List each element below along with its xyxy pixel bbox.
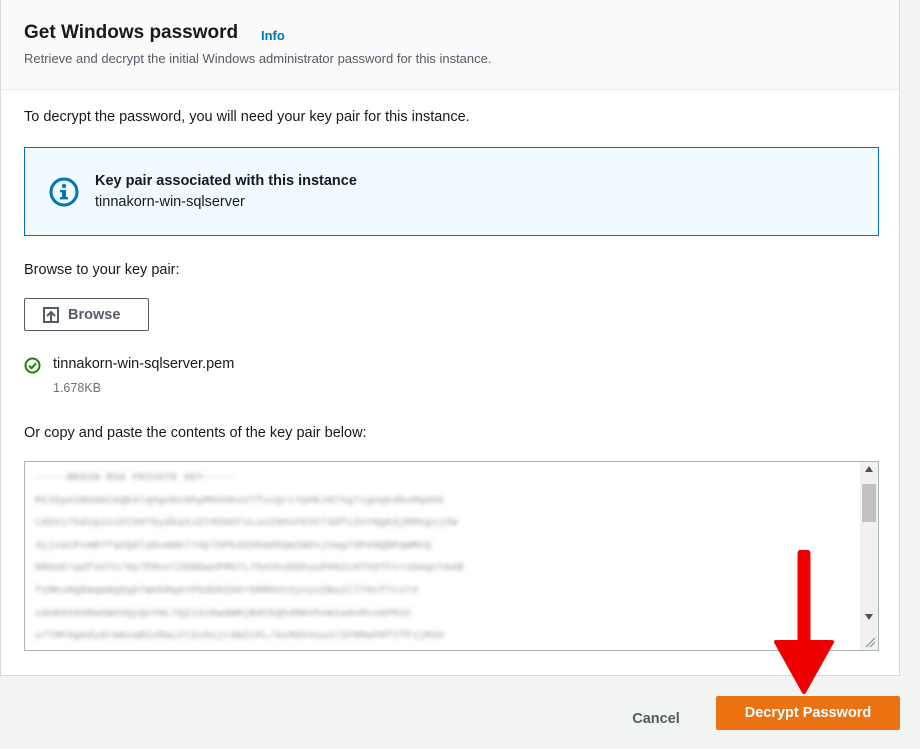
page-subtitle: Retrieve and decrypt the initial Windows… <box>24 51 492 66</box>
key-line: 4yjvaCPvmBTfqUQdlq8xmWe77AplhPkdZDKmd8qm… <box>35 540 432 552</box>
textarea-scrollbar[interactable] <box>860 462 878 650</box>
browse-label: Browse to your key pair: <box>24 262 180 278</box>
key-line: -----BEGIN RSA PRIVATE KEY----- <box>35 473 237 484</box>
info-circle-icon <box>49 177 79 207</box>
key-line: LHDX17bd1QJzxkC90TbydkaXJZtMZbEFxLuoZ8Hs… <box>35 518 458 530</box>
key-pair-name: tinnakorn-win-sqlserver <box>95 194 245 210</box>
scroll-thumb[interactable] <box>862 484 876 522</box>
page-title: Get Windows password <box>24 22 239 43</box>
key-contents: -----BEGIN RSA PRIVATE KEY----- MIIEpAIB… <box>35 468 635 649</box>
panel-header: Get Windows password Info Retrieve and d… <box>1 0 899 90</box>
key-line: u7TMF0gGdydrWmvaBIzMaLCtZcDsjtdmZcPL/GxM… <box>35 631 445 643</box>
key-line: xdUK6X9SMaKWUVQyQnYNLTQZ1XzRwdWMjBdCbQhd… <box>35 608 413 620</box>
key-pair-textarea[interactable]: -----BEGIN RSA PRIVATE KEY----- MIIEpAIB… <box>24 461 879 651</box>
key-pair-info-alert: Key pair associated with this instance t… <box>24 147 879 236</box>
paste-label: Or copy and paste the contents of the ke… <box>24 425 367 441</box>
selected-file-name: tinnakorn-win-sqlserver.pem <box>53 356 235 372</box>
decrypt-password-button[interactable]: Decrypt Password <box>716 696 900 730</box>
info-link[interactable]: Info <box>261 28 285 43</box>
cancel-button[interactable]: Cancel <box>617 706 695 732</box>
selected-file-size: 1.678KB <box>53 381 101 395</box>
browse-button-label: Browse <box>68 306 121 323</box>
scroll-up-icon[interactable] <box>865 466 873 472</box>
upload-icon <box>43 306 59 323</box>
modal-footer: Cancel Decrypt Password <box>0 676 920 749</box>
key-line: MIIEpAIBAAKCAQEAlqHgnbc8hpMHXhKsVTfuxQrc… <box>35 495 445 507</box>
scroll-down-icon[interactable] <box>865 614 873 620</box>
alert-title: Key pair associated with this instance <box>95 173 357 189</box>
intro-text: To decrypt the password, you will need y… <box>24 109 470 125</box>
resize-grip-icon[interactable] <box>864 636 876 648</box>
key-line: fzMKsMQRmqm8Q6qD7WebMqAYPbdD0Z6K+9MM0Vn3… <box>35 585 419 597</box>
get-windows-password-panel: Get Windows password Info Retrieve and d… <box>0 0 900 676</box>
browse-button[interactable]: Browse <box>24 298 149 331</box>
key-line: 8RHoE+qdfxU7n/8p7PRnnl2DNDwnPMH7L75eVkuD… <box>35 563 465 575</box>
check-circle-icon <box>24 357 41 374</box>
